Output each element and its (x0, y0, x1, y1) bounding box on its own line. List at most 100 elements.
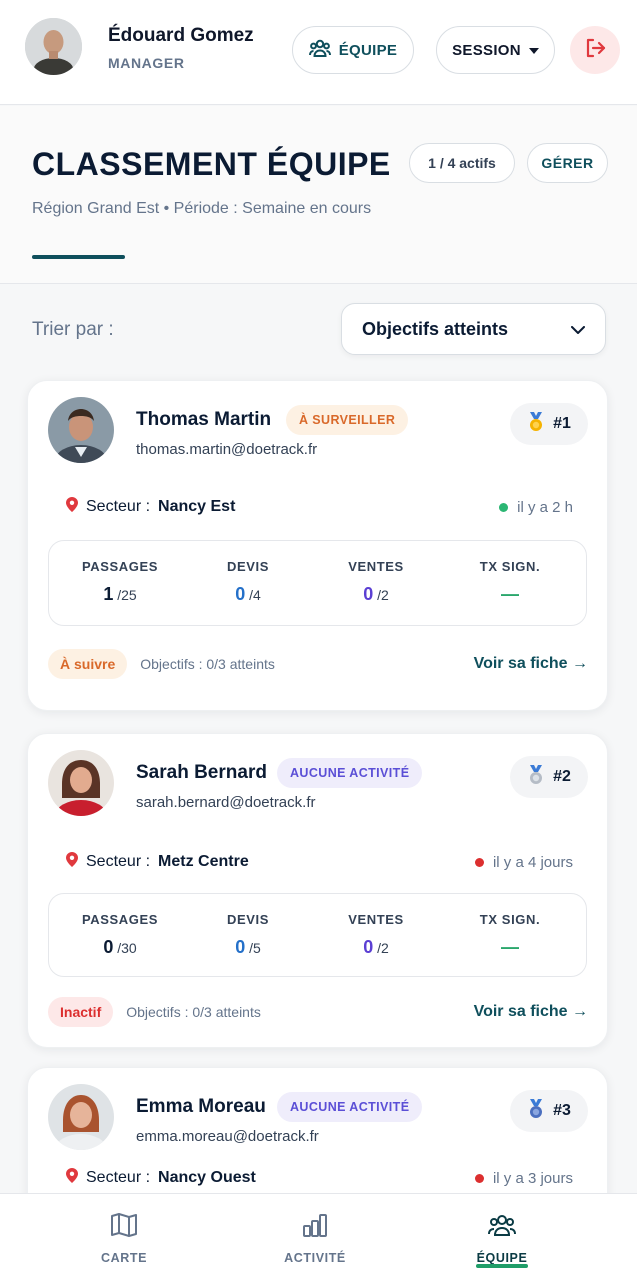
stat-label: PASSAGES (81, 559, 159, 574)
title-section: CLASSEMENT ÉQUIPE 1 / 4 actifs GÉRER Rég… (0, 106, 637, 284)
nav-label: ÉQUIPE (476, 1251, 528, 1265)
stat-label: VENTES (348, 912, 404, 927)
manage-button[interactable]: GÉRER (527, 143, 608, 183)
stat-passages: PASSAGES 0 /30 (55, 912, 185, 958)
sector-row: Secteur : Metz Centre (66, 852, 249, 872)
stats-box: PASSAGES 0 /30 DEVIS 0 /5 VENTES 0 /2 TX… (48, 893, 587, 977)
last-seen-text: il y a 4 jours (492, 854, 573, 871)
no-activity-badge: AUCUNE ACTIVITÉ (277, 758, 423, 788)
stat-label: TX SIGN. (479, 912, 541, 927)
stat-value: 1 (103, 584, 114, 604)
sort-label: Trier par : (32, 319, 114, 340)
online-status-dot (499, 503, 509, 512)
stat-value: 0 (363, 584, 374, 604)
map-icon (110, 1213, 138, 1242)
nav-label: CARTE (100, 1251, 148, 1265)
stat-total: /2 (377, 587, 389, 603)
stat-total: /2 (377, 940, 389, 956)
stat-total: /25 (117, 587, 137, 603)
last-seen: il y a 4 jours (474, 854, 573, 871)
sort-selected-value: Objectifs atteints (362, 318, 509, 339)
user-avatar[interactable] (25, 18, 82, 75)
logout-icon (584, 37, 606, 64)
session-dropdown[interactable]: SESSION (436, 26, 555, 74)
location-pin-icon (66, 497, 78, 517)
last-seen-text: il y a 3 jours (492, 1170, 573, 1187)
sector-value: Nancy Est (158, 498, 236, 515)
member-email: thomas.martin@doetrack.fr (136, 441, 318, 458)
nav-tab-carte[interactable]: CARTE (54, 1212, 194, 1265)
sector-row: Secteur : Nancy Ouest (66, 1168, 256, 1188)
session-button-label: SESSION (452, 41, 521, 59)
stat-value: 0 (235, 937, 246, 957)
offline-status-dot (474, 858, 484, 867)
member-avatar[interactable] (48, 1084, 114, 1150)
view-profile-link[interactable]: Voir sa fiche → (474, 1003, 588, 1021)
nav-tab-activite[interactable]: ACTIVITÉ (245, 1212, 385, 1265)
stat-ventes: VENTES 0 /2 (311, 559, 441, 605)
rank-value: #3 (553, 1102, 571, 1119)
team-icon (488, 1215, 516, 1242)
user-name: Édouard Gomez (108, 25, 254, 46)
goals-text: Objectifs : 0/3 atteints (140, 656, 275, 672)
stat-tx-sign: TX SIGN. — (445, 912, 575, 958)
title-underline (32, 255, 125, 259)
card-footer: À suivre Objectifs : 0/3 atteints Voir s… (48, 648, 588, 680)
last-seen-text: il y a 2 h (517, 499, 573, 516)
team-button[interactable]: ÉQUIPE (292, 26, 414, 74)
watch-badge: À SURVEILLER (286, 405, 409, 435)
no-activity-badge: AUCUNE ACTIVITÉ (277, 1092, 423, 1122)
medal-icon (527, 1098, 545, 1124)
member-avatar[interactable] (48, 750, 114, 816)
stat-devis: DEVIS 0 /5 (183, 912, 313, 958)
rank-value: #1 (553, 415, 571, 432)
stat-passages: PASSAGES 1 /25 (55, 559, 185, 605)
top-bar: Édouard Gomez MANAGER ÉQUIPE SESSION (0, 0, 637, 105)
sector-label: Secteur : (86, 498, 151, 515)
stat-devis: DEVIS 0 /4 (183, 559, 313, 605)
stats-box: PASSAGES 1 /25 DEVIS 0 /4 VENTES 0 /2 TX… (48, 540, 587, 626)
user-role: MANAGER (108, 55, 185, 71)
status-chip: Inactif (48, 997, 114, 1027)
member-email: emma.moreau@doetrack.fr (136, 1128, 319, 1145)
sort-select[interactable]: Objectifs atteints (341, 303, 606, 355)
stat-total: /5 (249, 940, 261, 956)
sector-label: Secteur : (86, 853, 151, 870)
stat-label: PASSAGES (81, 912, 159, 927)
stat-value: — (501, 584, 519, 604)
nav-tab-equipe[interactable]: ÉQUIPE (432, 1212, 572, 1265)
last-seen: il y a 3 jours (474, 1170, 573, 1187)
bar-chart-icon (302, 1214, 328, 1242)
goals-text: Objectifs : 0/3 atteints (126, 1004, 261, 1020)
stat-label: DEVIS (226, 912, 269, 927)
team-icon (308, 38, 331, 62)
stat-label: VENTES (348, 559, 404, 574)
team-button-label: ÉQUIPE (338, 41, 398, 59)
stat-value: 0 (363, 937, 374, 957)
member-name: Emma Moreau (136, 1096, 266, 1117)
last-seen: il y a 2 h (499, 499, 573, 516)
member-avatar[interactable] (48, 397, 114, 463)
view-profile-link[interactable]: Voir sa fiche → (474, 655, 588, 673)
bottom-nav: CARTE ACTIVITÉ ÉQUIPE (0, 1193, 637, 1280)
logout-button[interactable] (570, 26, 620, 74)
card-footer: Inactif Objectifs : 0/3 atteints Voir sa… (48, 996, 588, 1028)
stat-label: TX SIGN. (479, 559, 541, 574)
rank-badge: #2 (510, 756, 588, 798)
offline-status-dot (474, 1174, 484, 1183)
active-tab-indicator (476, 1264, 528, 1268)
stat-tx-sign: TX SIGN. — (445, 559, 575, 605)
nav-label: ACTIVITÉ (284, 1251, 346, 1265)
stat-value: 0 (235, 584, 246, 604)
medal-icon (527, 411, 545, 437)
sector-value: Metz Centre (158, 853, 249, 870)
location-pin-icon (66, 852, 78, 872)
stat-value: — (501, 937, 519, 957)
member-name: Sarah Bernard (136, 762, 267, 783)
active-count-badge: 1 / 4 actifs (409, 143, 515, 183)
stat-ventes: VENTES 0 /2 (311, 912, 441, 958)
rank-badge: #1 (510, 403, 588, 445)
team-member-card: Thomas Martin À SURVEILLER thomas.martin… (27, 380, 608, 711)
stat-total: /4 (249, 587, 261, 603)
caret-down-icon (528, 42, 539, 59)
